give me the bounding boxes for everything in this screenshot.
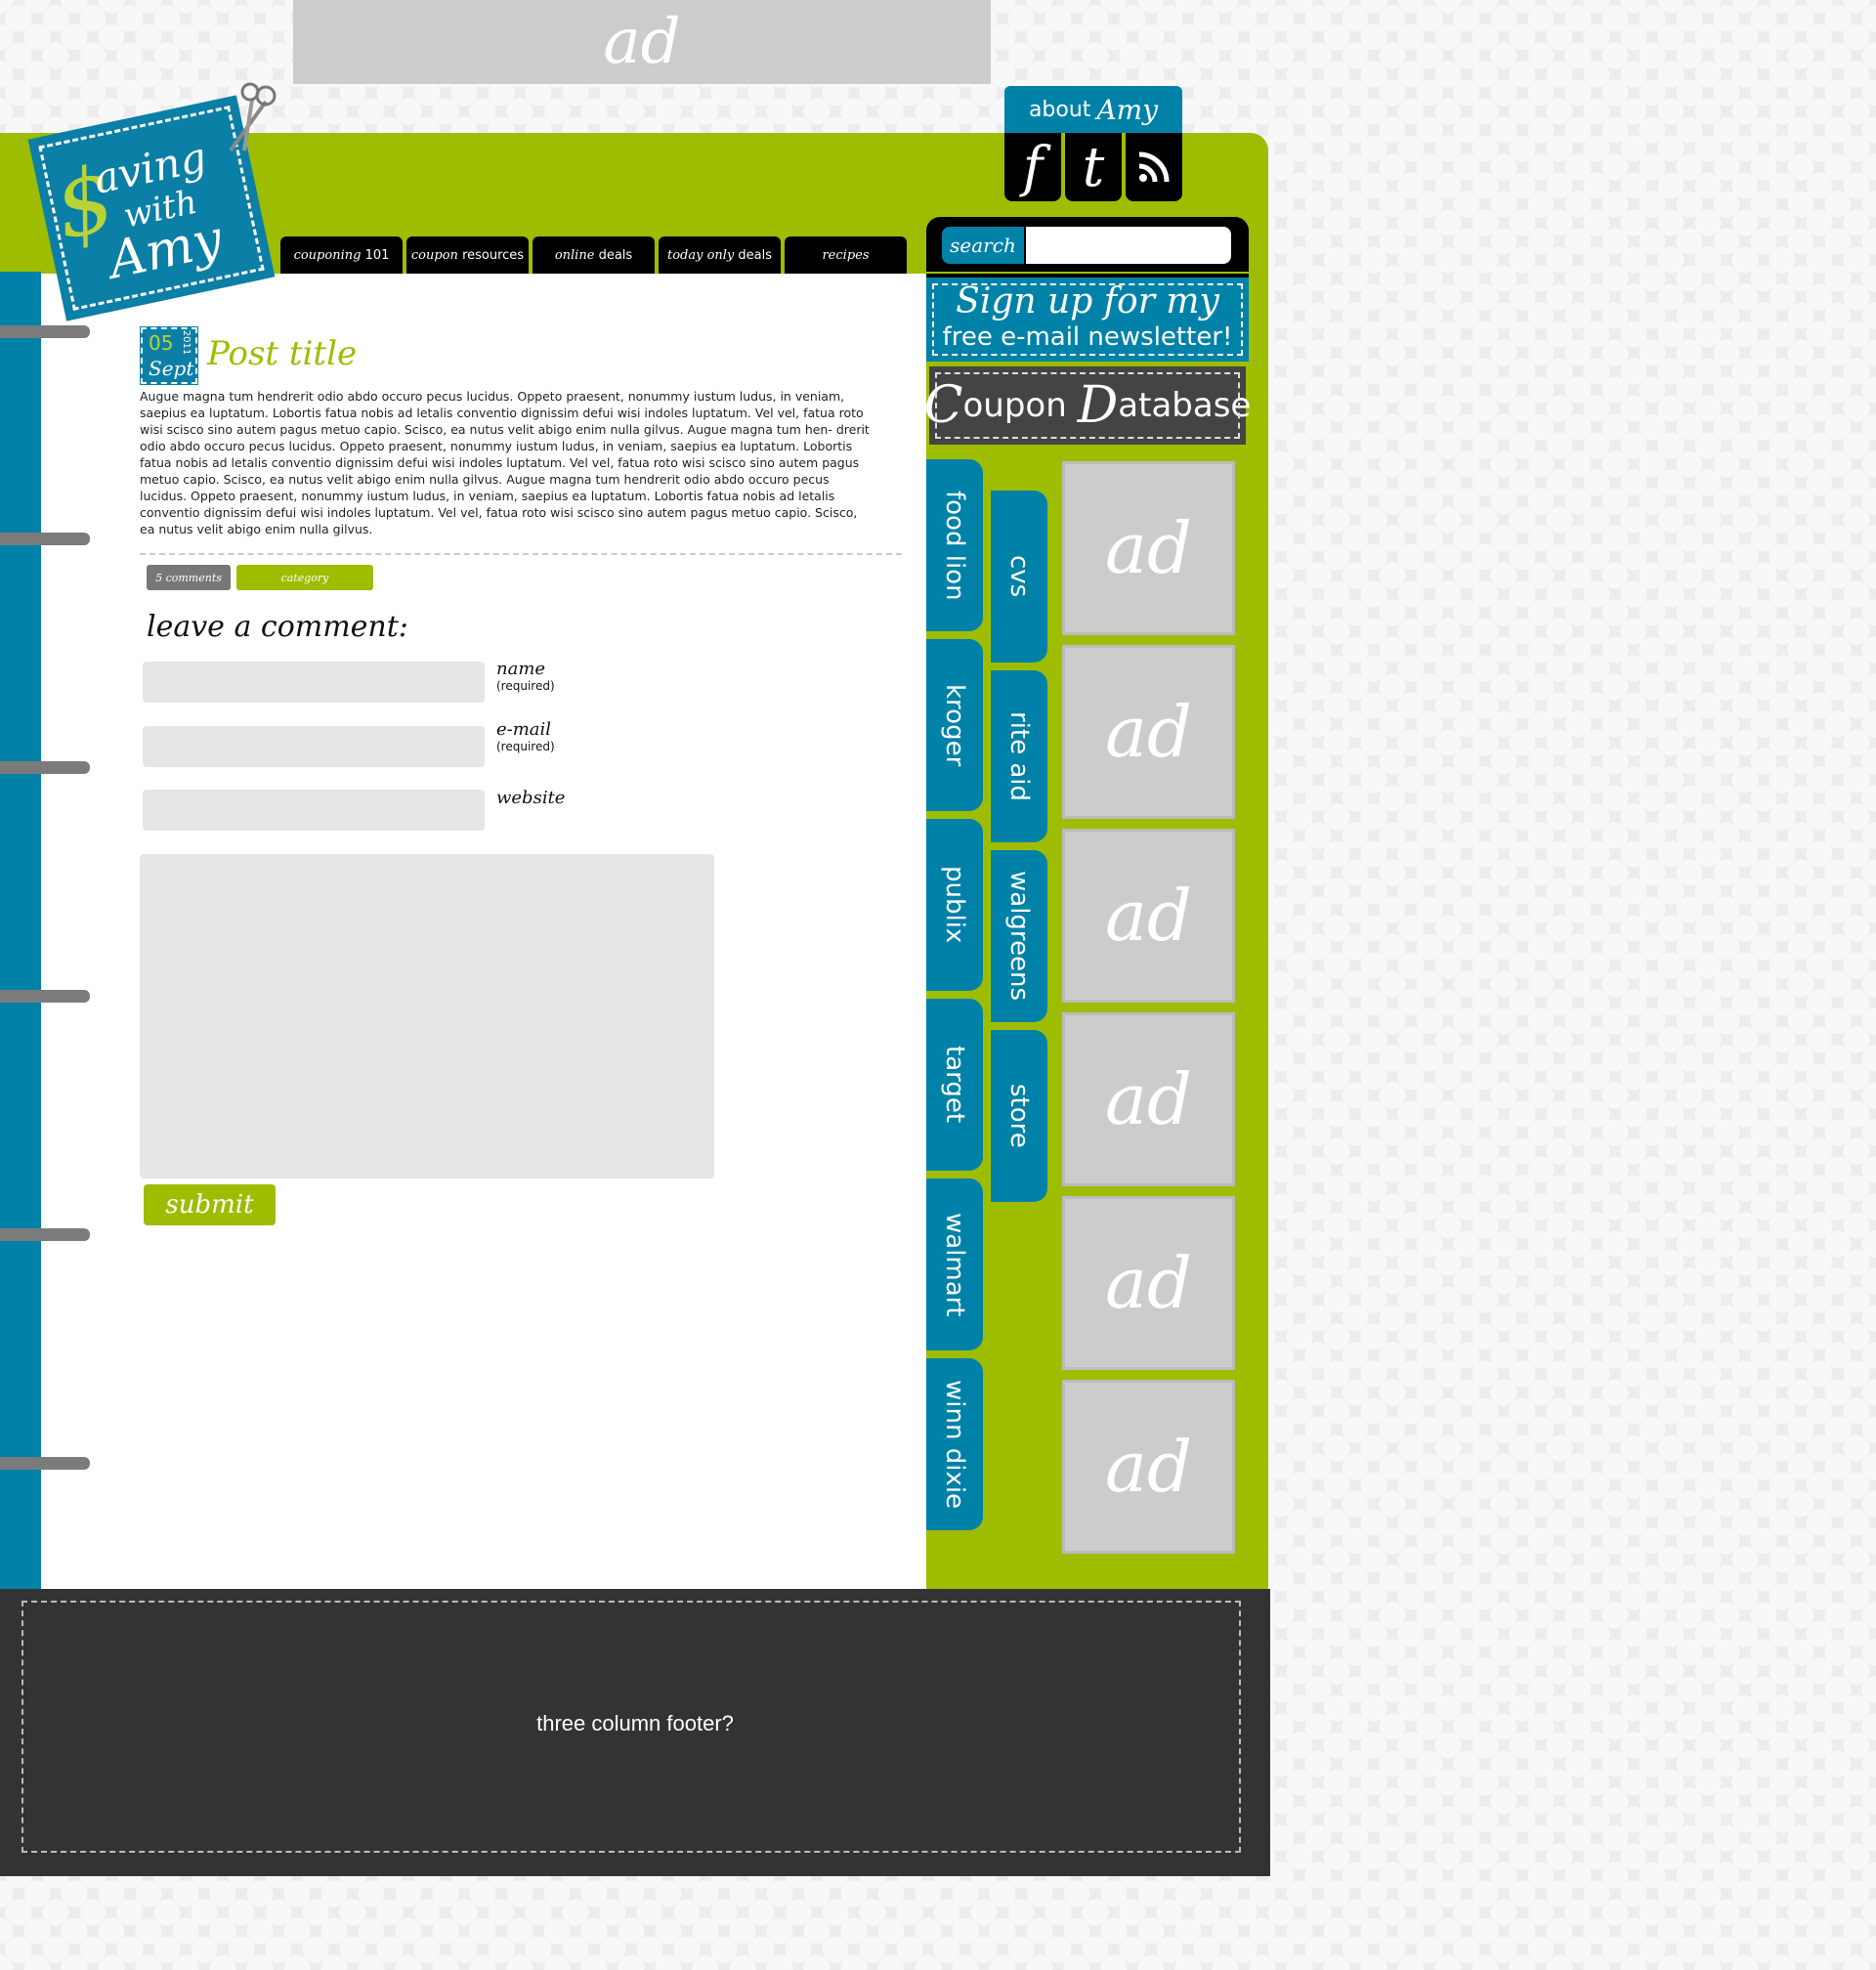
binder-spine	[0, 272, 41, 1589]
binder-ring	[0, 1438, 104, 1487]
footer-placeholder-text: three column footer?	[536, 1711, 734, 1735]
store-tab-kroger[interactable]: kroger	[926, 639, 983, 811]
nav-tab-online-deals[interactable]: online deals	[533, 236, 655, 274]
store-tab-walmart[interactable]: walmart	[926, 1178, 983, 1350]
sidebar-ad[interactable]: ad	[1062, 461, 1235, 635]
sidebar-ad[interactable]: ad	[1062, 1196, 1235, 1370]
website-field[interactable]	[143, 790, 485, 831]
about-name: Amy	[1096, 93, 1159, 126]
store-tab-cvs[interactable]: cvs	[991, 491, 1047, 663]
sidebar-ad[interactable]: ad	[1062, 1012, 1235, 1186]
store-tab-target[interactable]: target	[926, 999, 983, 1171]
post-date-badge: 05 Sept 2011	[140, 326, 198, 385]
twitter-icon: t	[1082, 135, 1105, 199]
store-tab-store[interactable]: store	[991, 1030, 1047, 1202]
store-tab-rite-aid[interactable]: rite aid	[991, 670, 1047, 842]
logo-word-amy: Amy	[104, 209, 228, 291]
rss-icon	[1138, 151, 1170, 183]
comment-textarea[interactable]	[140, 854, 714, 1178]
comment-form-heading: leave a comment:	[147, 610, 408, 644]
post-body: Augue magna tum hendrerit odio abdo occu…	[140, 389, 870, 536]
newsletter-line2: free e-mail newsletter!	[942, 322, 1233, 352]
site-footer: three column footer?	[0, 1589, 1270, 1876]
nav-tab-recipes[interactable]: recipes	[785, 236, 907, 274]
top-ad-label: ad	[603, 6, 681, 78]
email-label: e-mail	[496, 719, 552, 740]
newsletter-signup-banner[interactable]: Sign up for my free e-mail newsletter!	[926, 274, 1249, 362]
search-bar: search	[926, 217, 1249, 272]
store-tab-winn-dixie[interactable]: winn dixie	[926, 1358, 983, 1530]
store-tab-publix[interactable]: publix	[926, 819, 983, 991]
about-amy-tab[interactable]: about Amy	[1004, 86, 1182, 133]
facebook-icon: f	[1022, 135, 1044, 199]
nav-tab-couponing-101[interactable]: couponing 101	[280, 236, 403, 274]
email-required-note: (required)	[496, 740, 555, 753]
sidebar-ad[interactable]: ad	[1062, 829, 1235, 1003]
sidebar-ad[interactable]: ad	[1062, 645, 1235, 819]
sidebar-ad[interactable]: ad	[1062, 1380, 1235, 1554]
facebook-button[interactable]: f	[1004, 133, 1061, 201]
post-divider	[140, 553, 902, 555]
binder-ring	[0, 1210, 104, 1259]
post-title[interactable]: Post title	[207, 334, 357, 373]
top-ad-banner[interactable]: ad	[293, 0, 991, 84]
comments-count-link[interactable]: 5 comments	[147, 565, 231, 590]
name-required-note: (required)	[496, 679, 555, 693]
binder-ring	[0, 971, 104, 1020]
search-label: search	[942, 227, 1024, 264]
scissors-icon	[229, 82, 277, 152]
email-field[interactable]	[143, 726, 485, 767]
store-tab-food-lion[interactable]: food lion	[926, 459, 983, 631]
website-label: website	[496, 788, 566, 808]
rss-button[interactable]	[1126, 133, 1182, 201]
twitter-button[interactable]: t	[1065, 133, 1122, 201]
name-field[interactable]	[143, 662, 485, 703]
post-month: Sept	[149, 357, 194, 380]
coupon-database-button[interactable]: Coupon Database	[924, 364, 1251, 448]
post-day: 05	[149, 331, 174, 355]
main-nav: couponing 101 coupon resources online de…	[280, 236, 907, 274]
post-year: 2011	[180, 329, 192, 356]
store-tab-walgreens[interactable]: walgreens	[991, 850, 1047, 1022]
submit-button[interactable]: submit	[144, 1184, 276, 1225]
binder-ring	[0, 514, 104, 563]
search-input[interactable]	[1026, 227, 1231, 264]
nav-tab-coupon-resources[interactable]: coupon resources	[406, 236, 529, 274]
binder-ring	[0, 743, 104, 792]
category-link[interactable]: category	[236, 565, 373, 590]
about-prefix: about	[1028, 97, 1091, 122]
name-label: name	[496, 659, 546, 679]
nav-tab-today-only-deals[interactable]: today only deals	[659, 236, 781, 274]
coupon-database-border	[935, 372, 1240, 439]
social-links: f t	[1004, 133, 1182, 201]
newsletter-line1: Sign up for my	[956, 281, 1219, 321]
